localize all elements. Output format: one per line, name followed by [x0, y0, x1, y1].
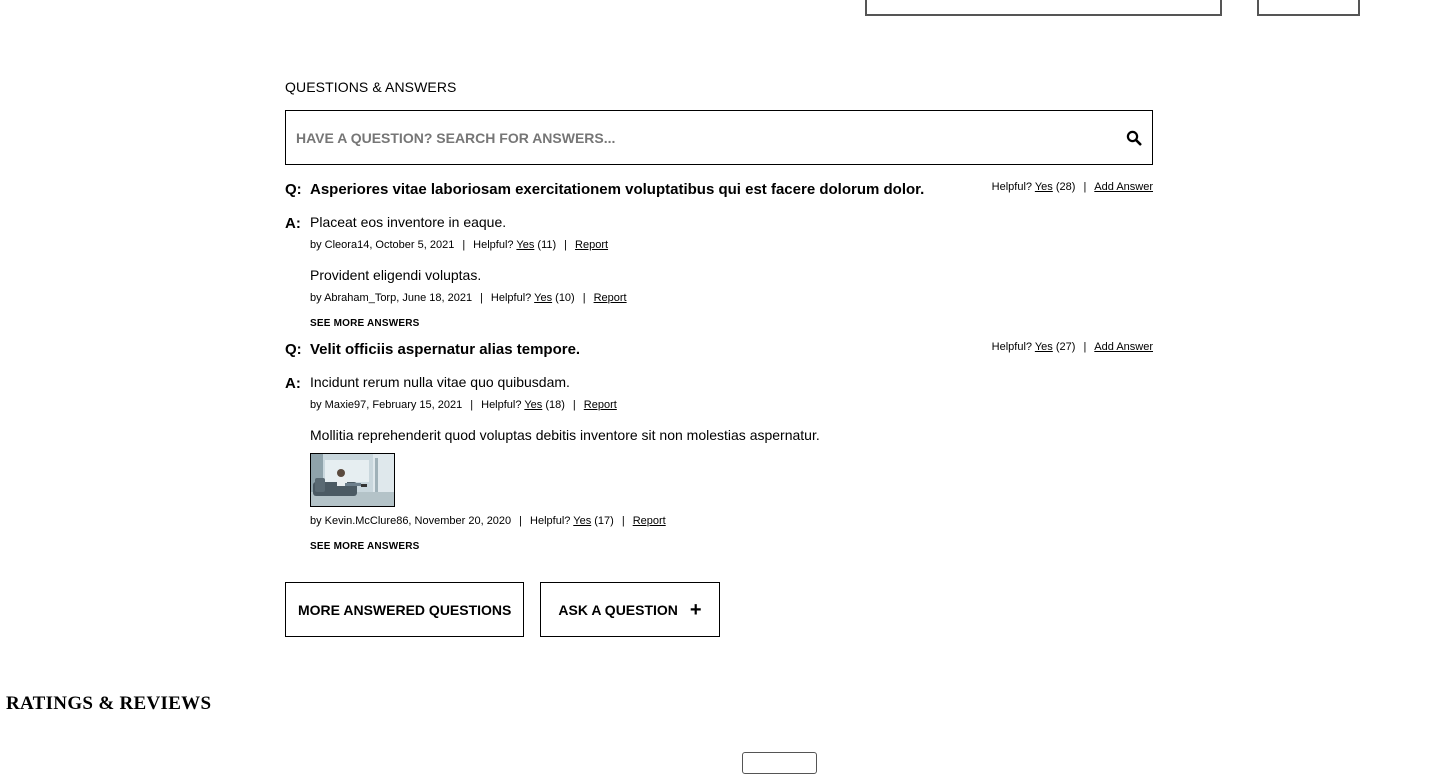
divider: |: [564, 239, 568, 251]
helpful-count: (11): [537, 239, 557, 251]
answer-item: Placeat eos inventore in eaque. by Cleor…: [310, 213, 1153, 252]
helpful-count: (28): [1055, 181, 1076, 193]
answer-body: Placeat eos inventore in eaque.: [310, 214, 507, 230]
question-body: Asperiores vitae laboriosam exercitation…: [310, 181, 925, 198]
helpful-label: Helpful?: [473, 239, 514, 251]
answer-meta: by Kevin.McClure86, November 20, 2020 | He…: [310, 514, 1153, 528]
question-text: Q: Asperiores vitae laboriosam exercitat…: [285, 181, 924, 198]
helpful-yes-link[interactable]: Yes: [573, 515, 591, 527]
answer-photo-thumbnail[interactable]: [310, 453, 395, 507]
question-item: Q: Velit officiis aspernatur alias tempo…: [285, 341, 1153, 552]
answers-section: A: Incidunt rerum nulla vitae quo quibus…: [285, 373, 1153, 552]
question-prefix: Q:: [285, 341, 302, 358]
helpful-yes-link[interactable]: Yes: [1035, 341, 1053, 353]
answer-body: Incidunt rerum nulla vitae quo quibusdam…: [310, 374, 570, 390]
divider: |: [582, 292, 586, 304]
answer-body: Provident eligendi voluptas.: [310, 267, 482, 283]
question-meta: Helpful? Yes (27) | Add Answer: [992, 340, 1153, 354]
answer-meta: by Maxie97, February 15, 2021 | Helpful? Y…: [310, 398, 1153, 412]
answer-body: Mollitia reprehenderit quod voluptas deb…: [310, 427, 820, 443]
search-input[interactable]: [286, 111, 1066, 164]
section-title: QUESTIONS & ANSWERS: [285, 79, 457, 95]
helpful-label: Helpful?: [481, 399, 522, 411]
divider: |: [572, 399, 576, 411]
more-answered-questions-button[interactable]: MORE ANSWERED QUESTIONS: [285, 582, 525, 637]
divider: |: [519, 515, 523, 527]
divider: |: [1083, 181, 1087, 193]
see-more-answers-button[interactable]: SEE MORE ANSWERS: [310, 541, 1153, 552]
answer-byline: by Cleora14, October 5, 2021: [310, 239, 455, 251]
answers-section: A: Placeat eos inventore in eaque. by Cl…: [285, 213, 1153, 329]
divider: |: [1083, 341, 1087, 353]
ratings-reviews-title: RATINGS & REVIEWS: [6, 693, 212, 714]
report-link[interactable]: Report: [594, 292, 627, 304]
search-bar: [285, 110, 1153, 165]
helpful-count: (18): [545, 399, 565, 411]
answer-item: Mollitia reprehenderit quod voluptas deb…: [310, 426, 1153, 528]
helpful-label: Helpful?: [530, 515, 571, 527]
report-link[interactable]: Report: [633, 515, 666, 527]
helpful-yes-link[interactable]: Yes: [534, 292, 552, 304]
add-answer-link[interactable]: Add Answer: [1094, 341, 1153, 353]
helpful-label: Helpful?: [991, 341, 1032, 353]
ask-question-button[interactable]: ASK A QUESTION +: [540, 582, 720, 637]
helpful-count: (27): [1055, 341, 1076, 353]
helpful-count: (17): [594, 515, 614, 527]
answer-item: Provident eligendi voluptas. by Abraham_…: [310, 266, 1153, 305]
report-link[interactable]: Report: [575, 239, 608, 251]
answer-prefix: A:: [285, 375, 301, 392]
top-button-box[interactable]: [1257, 0, 1360, 16]
questions-answers-section: QUESTIONS & ANSWERS Q: Asperiores vitae …: [285, 78, 1153, 637]
answer-list: Placeat eos inventore in eaque. by Cleor…: [310, 213, 1153, 329]
answer-meta: by Abraham_Torp, June 18, 2021 | Helpful? …: [310, 291, 1153, 305]
helpful-label: Helpful?: [490, 292, 532, 304]
divider: |: [480, 292, 483, 304]
divider: |: [470, 399, 474, 411]
answer-byline: by Maxie97, February 15, 2021: [310, 399, 463, 411]
answer-byline: by Kevin.McClure86, November 20, 2020: [310, 515, 512, 527]
answer-prefix: A:: [285, 215, 301, 232]
answer-item: Incidunt rerum nulla vitae quo quibusdam…: [310, 373, 1153, 412]
answer-meta: by Cleora14, October 5, 2021 | Helpful? Ye…: [310, 238, 1153, 252]
see-more-answers-button[interactable]: SEE MORE ANSWERS: [310, 318, 1153, 329]
helpful-yes-link[interactable]: Yes: [516, 239, 534, 251]
question-item: Q: Asperiores vitae laboriosam exercitat…: [285, 181, 1153, 329]
divider: |: [621, 515, 625, 527]
helpful-yes-link[interactable]: Yes: [524, 399, 542, 411]
answer-byline: by Abraham_Torp, June 18, 2021: [310, 292, 473, 304]
helpful-count: (10): [555, 292, 575, 304]
answer-list: Incidunt rerum nulla vitae quo quibusdam…: [310, 373, 1153, 552]
question-body: Velit officiis aspernatur alias tempore.: [310, 341, 581, 358]
sort-select[interactable]: [742, 752, 817, 774]
question-prefix: Q:: [285, 181, 302, 198]
top-input-box[interactable]: [865, 0, 1222, 16]
plus-icon: +: [689, 598, 702, 621]
more-answered-questions-label: MORE ANSWERED QUESTIONS: [298, 601, 512, 618]
ask-question-label: ASK A QUESTION: [558, 601, 678, 618]
question-text: Q: Velit officiis aspernatur alias tempo…: [285, 341, 580, 358]
report-link[interactable]: Report: [584, 399, 617, 411]
search-icon[interactable]: [1126, 130, 1142, 146]
qa-actions: MORE ANSWERED QUESTIONS ASK A QUESTION +: [285, 582, 1153, 637]
add-answer-link[interactable]: Add Answer: [1094, 181, 1153, 193]
answer-photo: [311, 454, 394, 506]
helpful-label: Helpful?: [991, 181, 1032, 193]
question-meta: Helpful? Yes (28) | Add Answer: [992, 180, 1153, 194]
helpful-yes-link[interactable]: Yes: [1035, 181, 1053, 193]
divider: |: [462, 239, 466, 251]
